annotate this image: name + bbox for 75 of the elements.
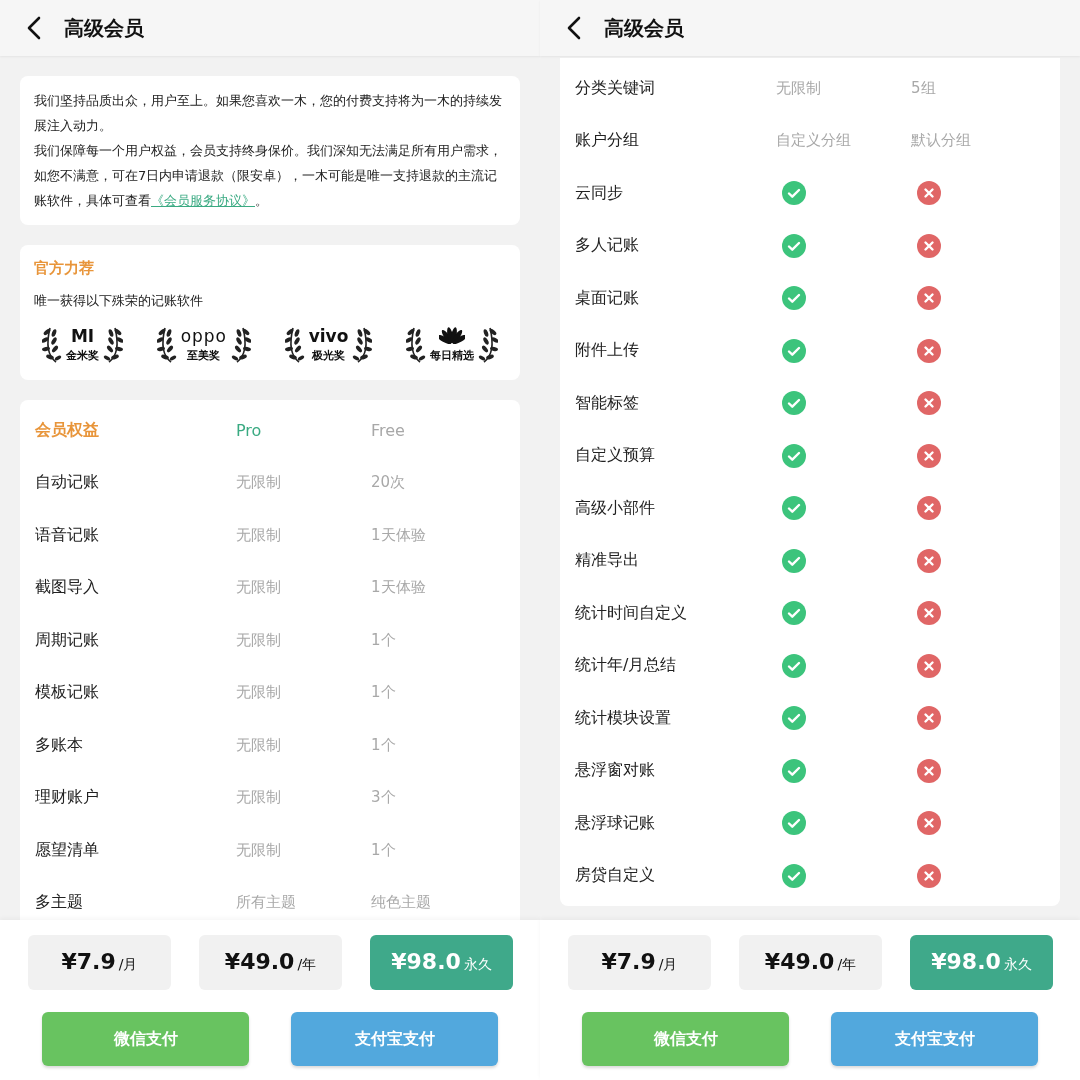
pay-button[interactable]: 支付宝支付 (831, 1012, 1038, 1066)
feature-name: 截图导入 (35, 577, 100, 599)
page-title: 高级会员 (604, 14, 684, 42)
table-cell-text: 1个 (371, 840, 397, 860)
table-cell-text: 1个 (371, 683, 397, 703)
table-cell-text: 无限制 (236, 630, 282, 650)
award-label: 金米奖 (66, 347, 99, 363)
feature-name: 统计模块设置 (575, 707, 672, 729)
feature-name: 悬浮球记账 (575, 812, 656, 834)
page-title: 高级会员 (64, 14, 144, 42)
feature-name: 智能标签 (575, 392, 640, 414)
feature-name: 多账本 (35, 734, 84, 756)
feature-name: 统计年/月总结 (575, 655, 678, 677)
price-option[interactable]: ¥98.0 永久 (910, 935, 1053, 990)
table-cell-text: 5组 (911, 78, 937, 98)
feature-name: 分类关键词 (575, 77, 656, 99)
agreement-link[interactable]: 《会员服务协议》 (151, 193, 255, 208)
feature-name: 多主题 (35, 892, 84, 914)
table-cell-text: 1天体验 (371, 578, 427, 598)
feature-name: 周期记账 (35, 629, 100, 651)
price-option[interactable]: ¥49.0/年 (739, 935, 882, 990)
feature-name: 模板记账 (35, 682, 100, 704)
feature-name: 愿望清单 (35, 839, 100, 861)
table-cell-text: 1个 (371, 735, 397, 755)
price-option[interactable]: ¥7.9/月 (28, 935, 171, 990)
column-header: 会员权益 (35, 419, 100, 441)
feature-name: 统计时间自定义 (575, 602, 688, 624)
table-cell-text: 无限制 (776, 78, 822, 98)
award-label: 极光奖 (312, 347, 345, 363)
table-cell-text: 1个 (371, 630, 397, 650)
brand-logo: vivo (308, 325, 349, 346)
table-cell-text: 无限制 (236, 788, 282, 808)
table-cell-text: 3个 (371, 788, 397, 808)
pay-button[interactable]: 微信支付 (42, 1012, 249, 1066)
table-cell-text: 自定义分组 (776, 131, 852, 151)
price-option[interactable]: ¥49.0/年 (199, 935, 342, 990)
feature-name: 语音记账 (35, 524, 100, 546)
brand-logo: MI (70, 325, 95, 346)
price-option[interactable]: ¥7.9/月 (568, 935, 711, 990)
intro-text: 我们保障每一个用户权益，会员支持终身保价。我们深知无法满足所有用户需求，如您不满意，可在7日内申请退款（限安卓），一木可能是唯一支持退款的主流记账软件，具体可查看《会员服务协议》。 (34, 142, 503, 210)
section-subtitle: 唯一获得以下殊荣的记账软件 (34, 292, 204, 310)
table-cell-text: 所有主题 (236, 893, 297, 913)
price-option[interactable]: ¥98.0 永久 (370, 935, 513, 990)
feature-name: 自定义预算 (575, 445, 656, 467)
feature-name: 桌面记账 (575, 287, 640, 309)
intro-text: 我们坚持品质出众，用户至上。如果您喜欢一木，您的付费支持将为一木的持续发展注入动力。 (34, 92, 503, 135)
column-header: Pro (236, 420, 263, 440)
feature-name: 高级小部件 (575, 497, 656, 519)
pay-button[interactable]: 支付宝支付 (291, 1012, 498, 1066)
feature-name: 精准导出 (575, 550, 640, 572)
table-cell-text: 1天体验 (371, 525, 427, 545)
section-title: 官方力荐 (34, 259, 95, 278)
table-cell-text: 默认分组 (911, 131, 972, 151)
table-cell-text: 纯色主题 (371, 893, 432, 913)
feature-name: 附件上传 (575, 340, 640, 362)
feature-name: 理财账户 (35, 787, 100, 809)
feature-name: 房贷自定义 (575, 865, 656, 887)
table-cell-text: 无限制 (236, 683, 282, 703)
flower-logo-icon (439, 325, 465, 346)
feature-name: 悬浮窗对账 (575, 760, 656, 782)
brand-logo: oppo (180, 325, 228, 346)
table-cell-text: 无限制 (236, 473, 282, 493)
table-cell-text: 无限制 (236, 735, 282, 755)
table-cell-text: 20次 (371, 473, 407, 493)
table-cell-text: 无限制 (236, 578, 282, 598)
feature-name: 自动记账 (35, 472, 100, 494)
feature-name: 账户分组 (575, 130, 640, 152)
award-label: 至美奖 (187, 347, 221, 363)
column-header: Free (371, 420, 406, 440)
table-cell-text: 无限制 (236, 525, 282, 545)
feature-name: 云同步 (575, 182, 624, 204)
pay-button[interactable]: 微信支付 (582, 1012, 789, 1066)
feature-name: 多人记账 (575, 235, 640, 257)
award-label: 每日精选 (430, 347, 474, 363)
table-cell-text: 无限制 (236, 840, 282, 860)
